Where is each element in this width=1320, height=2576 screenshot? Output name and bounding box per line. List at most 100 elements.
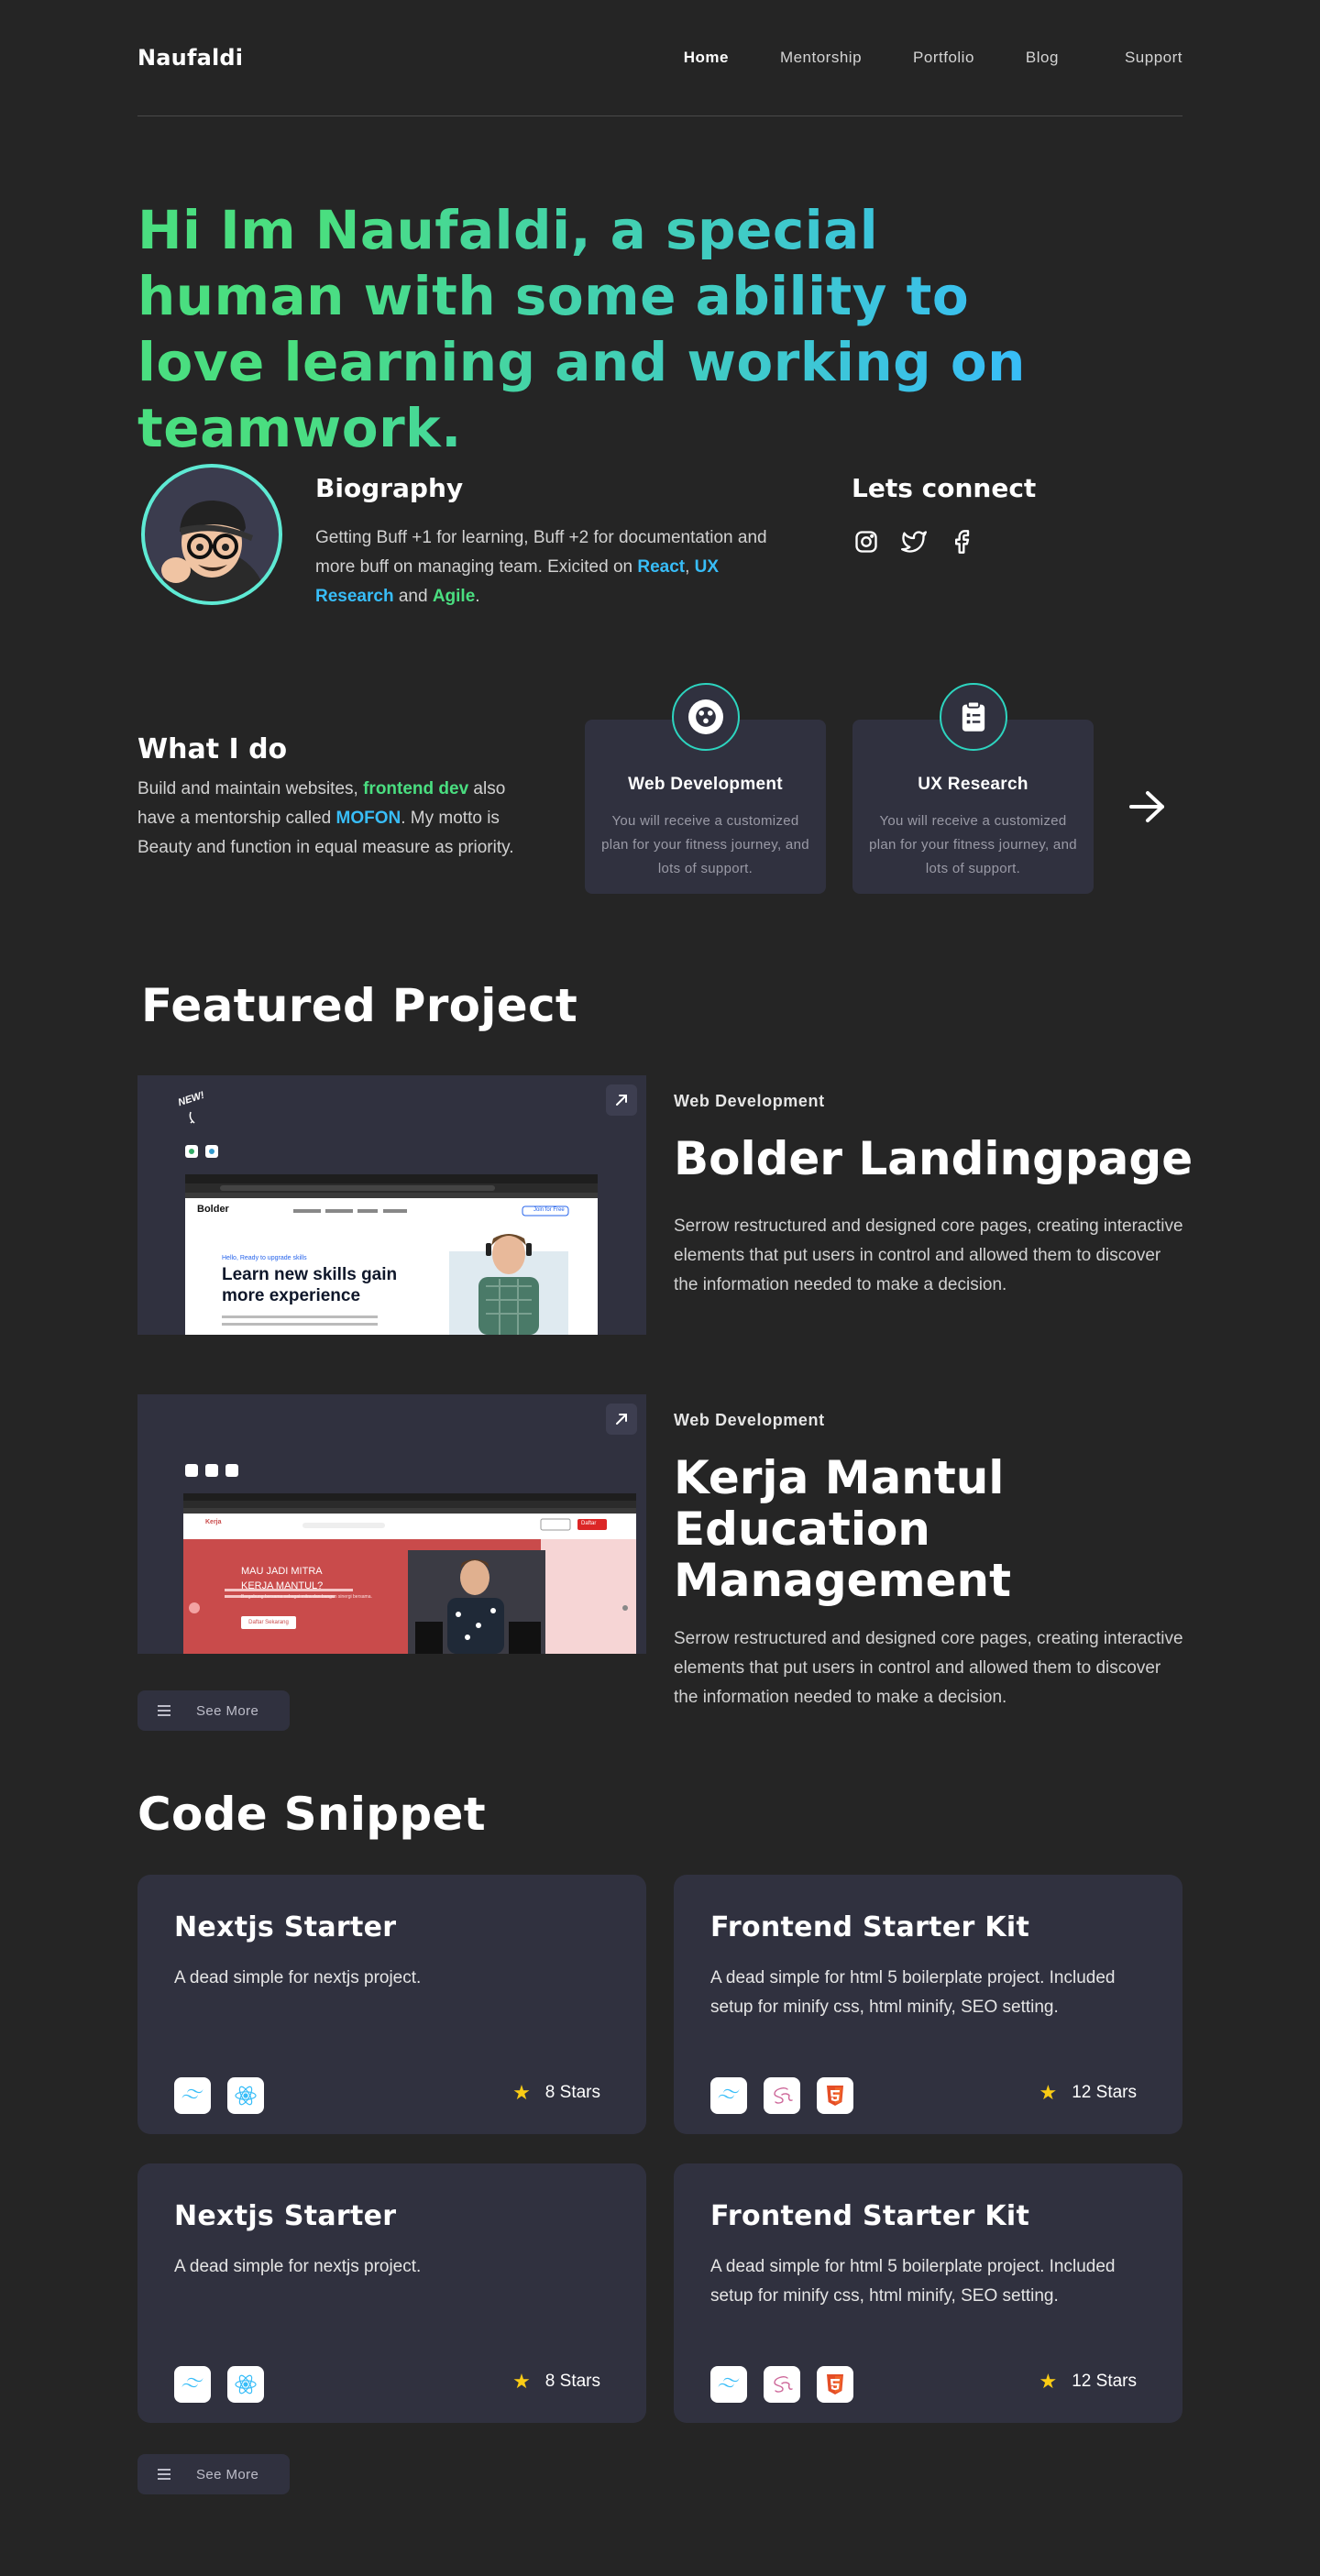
project-desc: Serrow restructured and designed core pa… [674, 1216, 1183, 1294]
stars-label: 12 Stars [1072, 2372, 1137, 2391]
nav-support[interactable]: Support [1125, 49, 1182, 67]
screenshot-cta: Daftar Sekarang [241, 1616, 296, 1629]
facebook-icon[interactable] [947, 527, 976, 556]
see-more-projects-button[interactable]: See More [138, 1690, 290, 1731]
star-icon: ★ [512, 2081, 531, 2104]
snippet-card[interactable]: Frontend Starter Kit A dead simple for ht… [674, 1875, 1182, 2134]
tech-stack [710, 2366, 853, 2403]
connect-title: Lets connect [852, 473, 1037, 503]
snippet-card[interactable]: Frontend Starter Kit A dead simple for ht… [674, 2163, 1182, 2423]
see-more-snippets-button[interactable]: See More [138, 2454, 290, 2494]
brand-logo[interactable]: Naufaldi [138, 45, 243, 71]
project-name[interactable]: Bolder Landingpage [674, 1133, 1233, 1184]
snippet-title: Frontend Starter Kit [710, 2200, 1030, 2232]
project-info: Web Development Kerja Mantul Education M… [674, 1411, 1233, 1712]
featured-section-header: Featured Project [141, 979, 1186, 1032]
tech-stack [710, 2077, 853, 2114]
html5-icon [817, 2366, 853, 2403]
screenshot-cta: Join for Free [534, 1207, 565, 1213]
tailwind-icon [174, 2077, 211, 2114]
biography-title: Biography [315, 473, 464, 503]
what-i-do: What I do Build and maintain websites, f… [138, 733, 541, 863]
web-icon [671, 683, 740, 751]
nav-portfolio[interactable]: Portfolio [913, 49, 974, 67]
project-image-kerja-mantul[interactable]: Kerja Daftar MAU JADI MITRA KERJA MANTUL… [138, 1394, 646, 1654]
stars-label: 12 Stars [1072, 2083, 1137, 2102]
snippet-title: Nextjs Starter [174, 2200, 397, 2232]
tailwind-icon [174, 2366, 211, 2403]
highlight-react: React [637, 557, 686, 577]
sass-icon [764, 2366, 800, 2403]
sass-icon [764, 2077, 800, 2114]
arrow-right-icon[interactable] [1128, 788, 1173, 825]
service-title: UX Research [918, 775, 1028, 794]
nav-mentorship[interactable]: Mentorship [780, 49, 862, 67]
stars-count: ★ 12 Stars [1040, 2370, 1138, 2394]
tailwind-icon [710, 2366, 747, 2403]
menu-lines-icon [158, 1705, 170, 1716]
nav-home[interactable]: Home [684, 49, 729, 67]
service-title: Web Development [628, 775, 783, 794]
project-image-bolder[interactable]: NEW! Bolder Hello, Ready to upgrade skil… [138, 1075, 646, 1335]
avatar [141, 464, 282, 605]
tech-stack [174, 2077, 264, 2114]
react-icon [227, 2077, 264, 2114]
biography-separator: , [685, 557, 695, 577]
what-i-do-section: What I do Build and maintain websites, f… [138, 683, 1182, 894]
clipboard-icon [939, 683, 1007, 751]
service-card-ux-research[interactable]: UX Research You will receive a customize… [852, 683, 1094, 894]
biography-text: Getting Buff +1 for learning, Buff +2 fo… [315, 523, 792, 611]
snippet-title: Nextjs Starter [174, 1911, 397, 1943]
star-icon: ★ [1039, 2370, 1058, 2393]
biography-end: . [475, 587, 480, 606]
hero: Hi Im Naufaldi, a special human with som… [138, 197, 1054, 461]
biography-separator: and [393, 587, 433, 606]
snippet-desc: A dead simple for nextjs project. [174, 2257, 422, 2276]
twitter-icon[interactable] [899, 527, 929, 556]
what-i-do-text-body: Build and maintain websites, [138, 779, 364, 798]
project-info: Web Development Bolder Landingpage Serro… [674, 1092, 1233, 1300]
highlight-frontend-dev: frontend dev [363, 779, 469, 798]
snippet-card[interactable]: Nextjs Starter A dead simple for nextjs p… [138, 1875, 646, 2134]
project-desc: Serrow restructured and designed core pa… [674, 1629, 1183, 1707]
react-icon [227, 2366, 264, 2403]
service-card-web-development[interactable]: Web Development You will receive a custo… [585, 683, 826, 894]
highlight-mofon: MOFON [336, 809, 402, 828]
snippet-card[interactable]: Nextjs Starter A dead simple for nextjs p… [138, 2163, 646, 2423]
what-i-do-text: Build and maintain websites, frontend de… [138, 775, 541, 863]
project-card: Kerja Daftar MAU JADI MITRA KERJA MANTUL… [138, 1394, 1183, 1707]
top-nav: Naufaldi Home Mentorship Portfolio Blog … [138, 0, 1182, 116]
open-link-icon[interactable] [606, 1084, 637, 1116]
service-desc: You will receive a customized plan for y… [601, 813, 809, 876]
nav-links: Home Mentorship Portfolio Blog Support [632, 49, 1182, 67]
menu-lines-icon [158, 2469, 170, 2480]
connect: Lets connect [852, 473, 1036, 556]
instagram-icon[interactable] [852, 527, 881, 556]
service-desc: You will receive a customized plan for y… [869, 813, 1077, 876]
bio-section: Biography Getting Buff +1 for learning, … [138, 458, 1182, 614]
screenshot-logo: Kerja [205, 1519, 222, 1525]
stars-count: ★ 8 Stars [512, 2370, 600, 2394]
see-more-label: See More [196, 2466, 259, 2482]
screenshot-logo: Bolder [197, 1204, 229, 1215]
html5-icon [817, 2077, 853, 2114]
project-card: NEW! Bolder Hello, Ready to upgrade skil… [138, 1075, 1193, 1335]
hero-headline: Hi Im Naufaldi, a special human with som… [138, 197, 1054, 461]
project-name[interactable]: Kerja Mantul Education Management [674, 1452, 1233, 1606]
open-link-icon[interactable] [606, 1404, 637, 1435]
project-category: Web Development [674, 1411, 825, 1429]
screenshot-headline: Learn new skills gain more experience [222, 1265, 398, 1305]
tech-stack [174, 2366, 264, 2403]
tailwind-icon [710, 2077, 747, 2114]
featured-title: Featured Project [141, 979, 578, 1032]
snippet-title: Frontend Starter Kit [710, 1911, 1030, 1943]
project-category: Web Development [674, 1092, 825, 1110]
social-links [852, 527, 1036, 556]
snippet-desc: A dead simple for html 5 boilerplate pro… [710, 1968, 1116, 2017]
biography: Biography Getting Buff +1 for learning, … [315, 473, 792, 611]
snippet-desc: A dead simple for nextjs project. [174, 1968, 422, 1987]
nav-blog[interactable]: Blog [1026, 49, 1059, 67]
screenshot-kicker: Hello, Ready to upgrade skills [222, 1255, 307, 1261]
stars-label: 8 Stars [544, 2083, 600, 2102]
stars-label: 8 Stars [544, 2372, 600, 2391]
